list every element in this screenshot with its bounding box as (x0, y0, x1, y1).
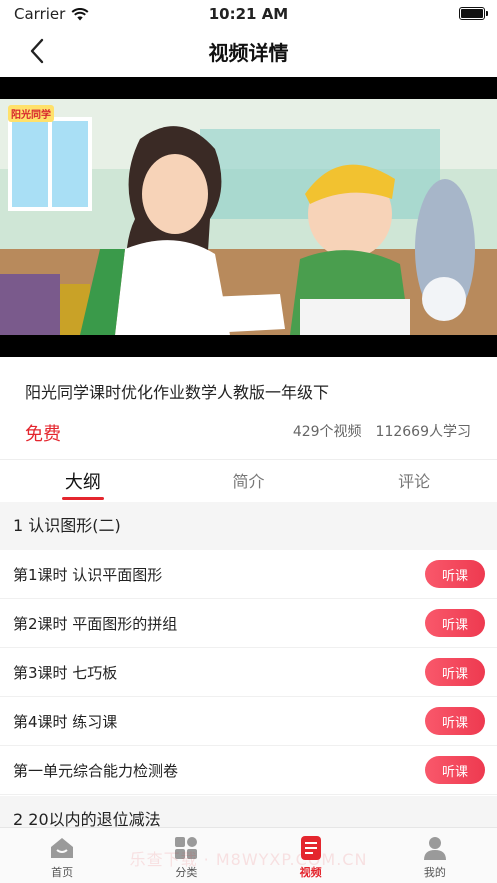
listen-button[interactable]: 听课 (425, 707, 485, 735)
tab-intro[interactable]: 简介 (166, 460, 332, 502)
course-info: 阳光同学课时优化作业数学人教版一年级下 免费 429个视频 112669人学习 (0, 357, 497, 459)
chevron-left-icon (30, 38, 44, 64)
tab-outline[interactable]: 大纲 (0, 460, 166, 502)
tab-video[interactable]: 视频 (249, 828, 373, 883)
listen-button[interactable]: 听课 (425, 658, 485, 686)
video-icon (300, 836, 321, 860)
tab-comments[interactable]: 评论 (331, 460, 497, 502)
course-stats: 429个视频 112669人学习 (293, 421, 471, 441)
price-label: 免费 (25, 424, 61, 445)
lesson-title: 第一单元综合能力检测卷 (13, 761, 179, 780)
home-icon (51, 838, 74, 858)
carrier-label: Carrier (14, 5, 66, 23)
lesson-title: 第4课时 练习课 (13, 712, 118, 731)
tab-home-label: 首页 (51, 866, 74, 879)
lesson-row[interactable]: 第一单元综合能力检测卷 听课 (0, 746, 497, 795)
chapter-header[interactable]: 1 认识图形(二) (0, 502, 497, 550)
lesson-title: 第1课时 认识平面图形 (13, 565, 163, 584)
video-count: 429个视频 (292, 424, 362, 440)
nav-bar: 视频详情 (0, 28, 497, 74)
tab-category[interactable]: 分类 (124, 828, 248, 883)
page-title: 视频详情 (208, 40, 289, 65)
back-button[interactable] (22, 36, 52, 66)
lesson-title: 第2课时 平面图形的拼组 (13, 614, 178, 633)
listen-button[interactable]: 听课 (425, 560, 485, 588)
status-left: Carrier (14, 5, 89, 23)
lesson-row[interactable]: 第1课时 认识平面图形 听课 (0, 550, 497, 599)
tab-home[interactable]: 首页 (0, 828, 124, 883)
lesson-row[interactable]: 第4课时 练习课 听课 (0, 697, 497, 746)
tab-video-label: 视频 (299, 866, 322, 879)
wifi-icon (71, 7, 89, 20)
lesson-title: 第3课时 七巧板 (13, 663, 118, 682)
bottom-tab-bar: 首页 分类 视频 我的 (0, 827, 497, 883)
video-player[interactable]: 阳光同学 (0, 77, 497, 357)
listen-button[interactable]: 听课 (425, 756, 485, 784)
tab-mine[interactable]: 我的 (373, 828, 497, 883)
category-icon (175, 837, 198, 859)
lesson-row[interactable]: 第2课时 平面图形的拼组 听课 (0, 599, 497, 648)
video-brand-logo: 阳光同学 (8, 105, 54, 122)
video-thumbnail (0, 99, 497, 335)
detail-tabs: 大纲 简介 评论 (0, 460, 497, 502)
lesson-row[interactable]: 第3课时 七巧板 听课 (0, 648, 497, 697)
tab-category-label: 分类 (175, 866, 198, 879)
course-title: 阳光同学课时优化作业数学人教版一年级下 (25, 383, 330, 402)
status-bar: Carrier 10:21 AM (0, 0, 497, 28)
listen-button[interactable]: 听课 (425, 609, 485, 637)
battery-icon (459, 7, 488, 20)
tab-mine-label: 我的 (423, 866, 446, 879)
learner-count: 112669人学习 (375, 424, 471, 440)
user-icon (423, 837, 446, 860)
